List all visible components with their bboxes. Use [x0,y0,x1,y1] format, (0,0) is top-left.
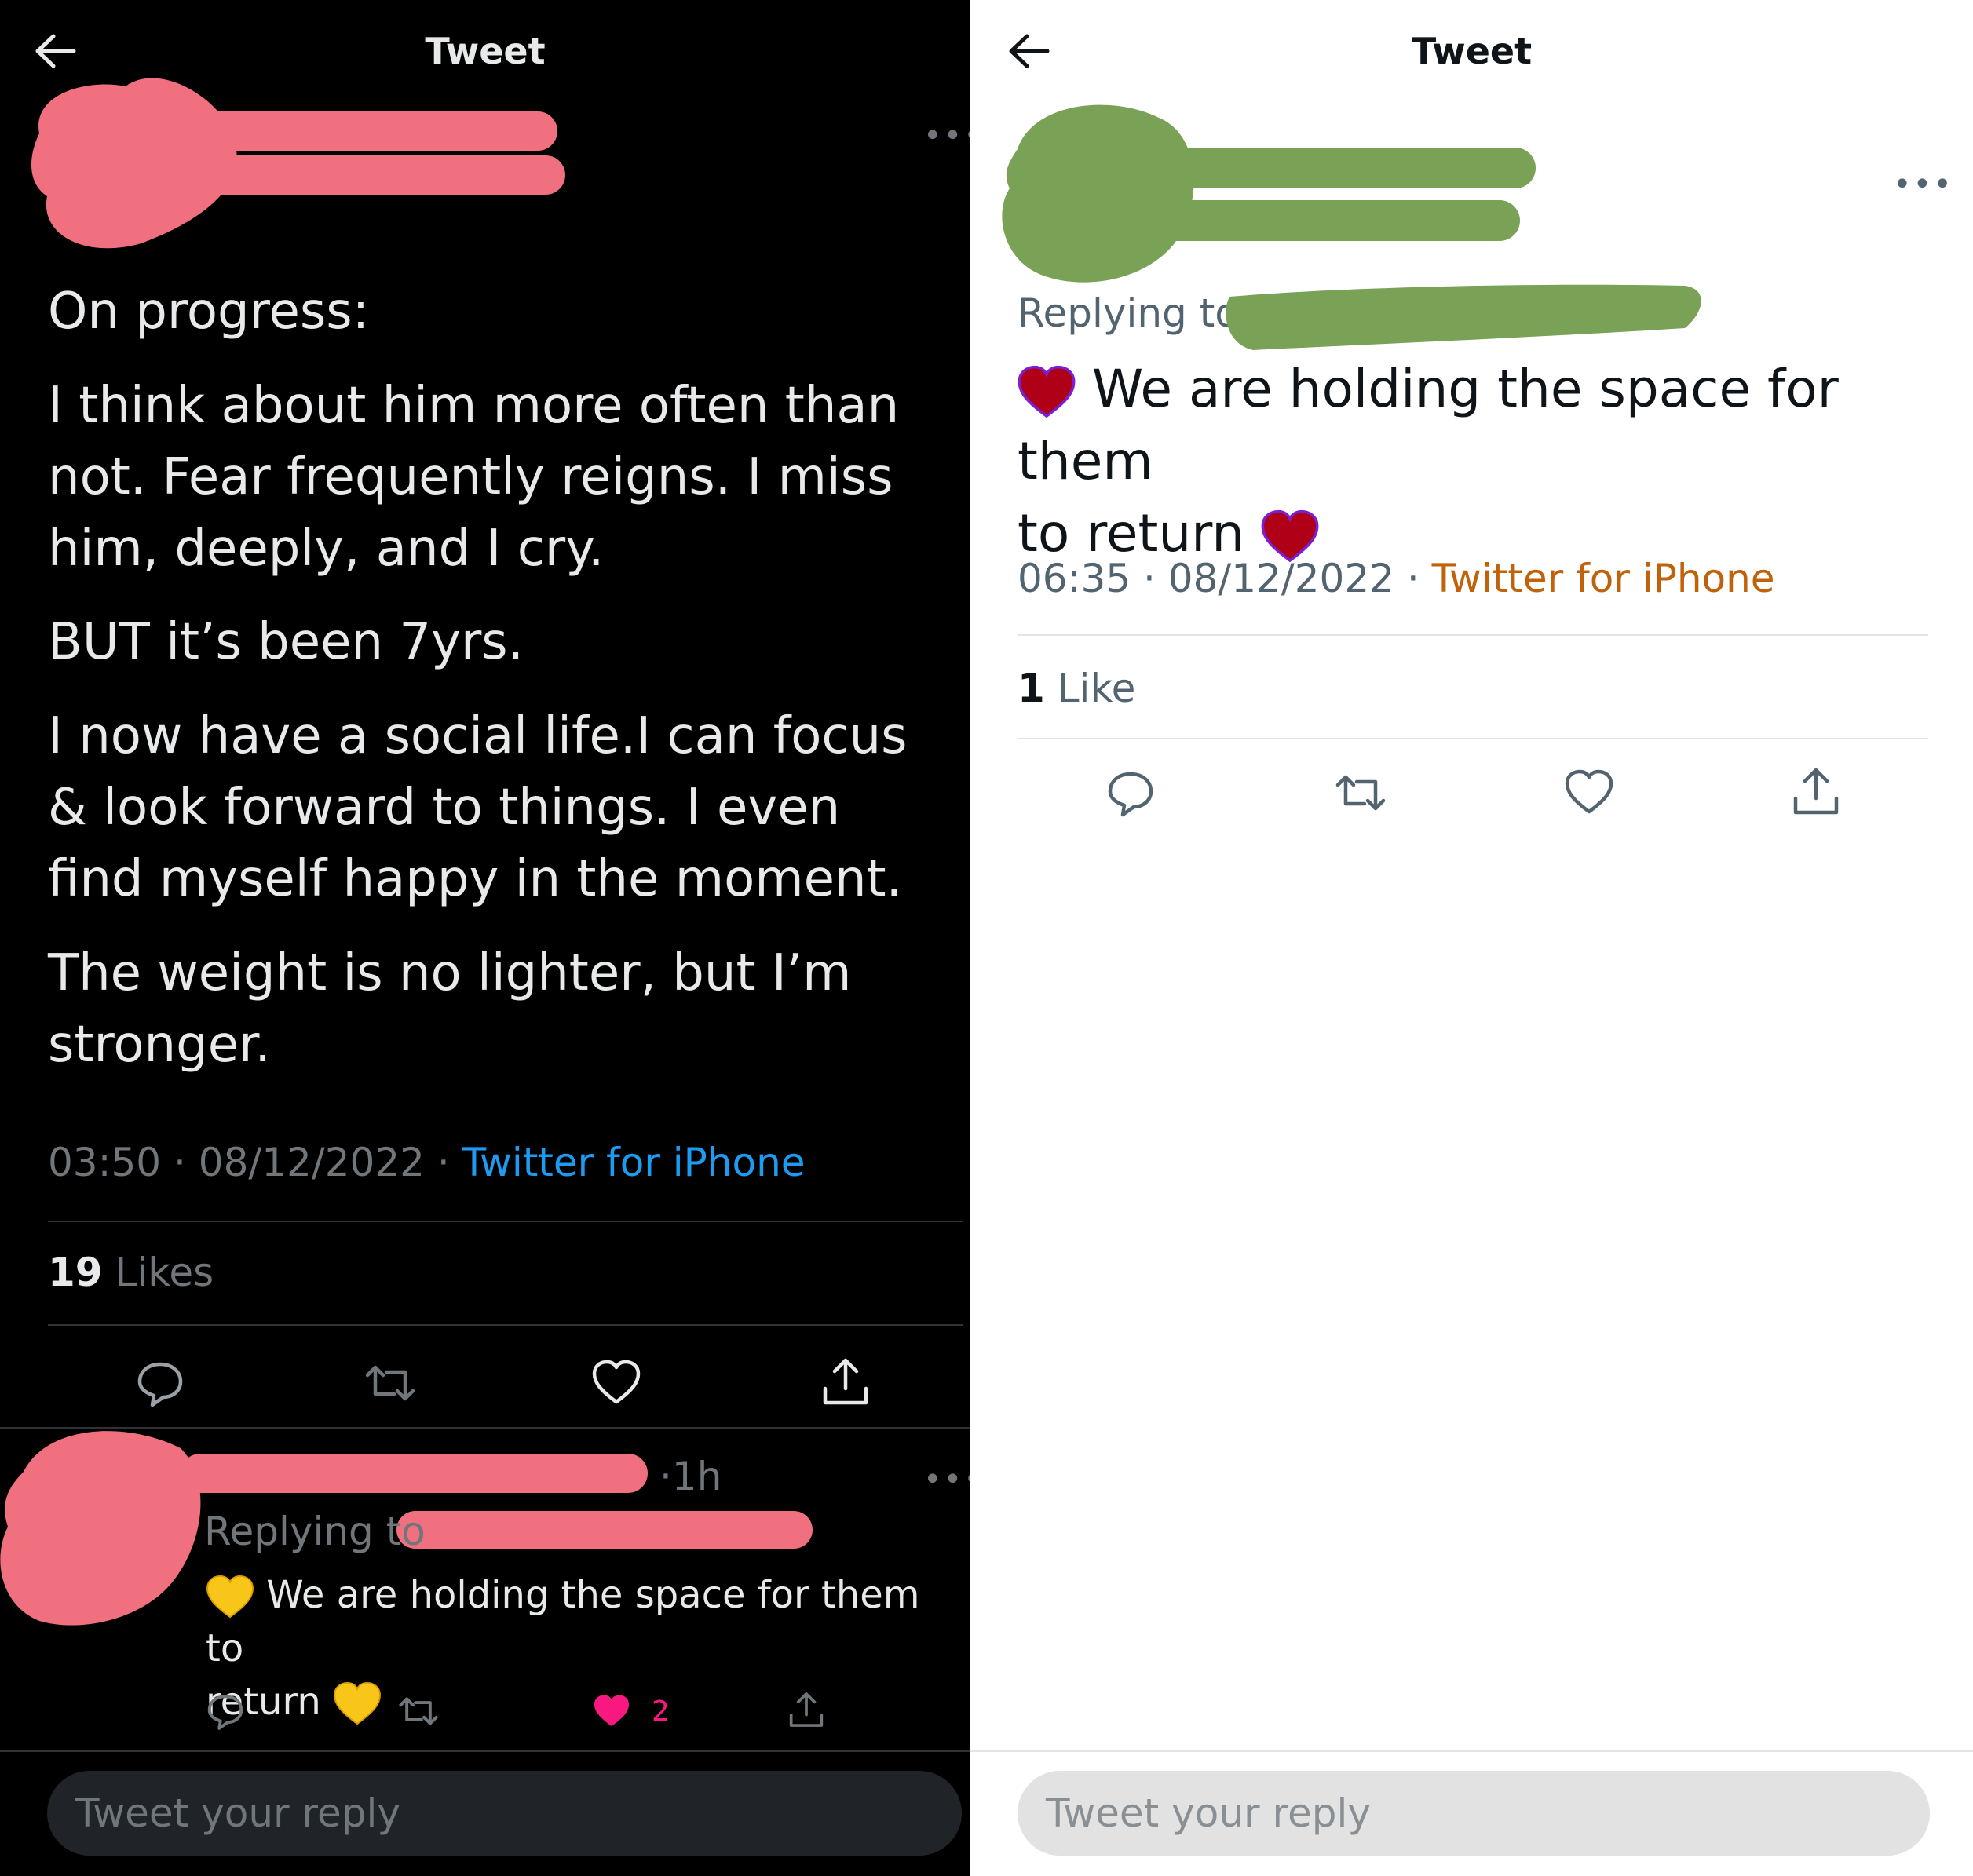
reply-age: ·1h [659,1454,722,1499]
reply-icon[interactable] [1105,768,1156,818]
yellow-heart-icon [333,1681,382,1727]
likes-count: 1 [1018,666,1045,711]
tweet-text-line1: We are holding the space for them [1018,359,1839,491]
yellow-heart-icon [206,1575,254,1620]
reply-text-start: We are holding the space for them to [206,1573,920,1670]
share-icon[interactable] [1791,764,1841,819]
likes-summary[interactable]: 19 Likes [48,1250,214,1295]
redacted-mention [1226,284,1701,350]
tweet-meta: 06:35 · 08/12/2022 · Twitter for iPhone [1018,556,1775,601]
tweet-reply-input[interactable]: Tweet your reply [1018,1771,1930,1856]
more-options-icon[interactable]: ••• [923,118,970,154]
reply-more-options-icon[interactable]: ••• [923,1462,970,1498]
more-options-icon[interactable]: ••• [1893,166,1953,203]
reply-like-count: 2 [652,1695,670,1728]
light-tweet-screenshot: Tweet ••• Replying to We are holding the… [970,0,1973,1876]
tweet-time: 03:50 [48,1140,162,1185]
tweet-paragraph-2: I think about him more often than not. F… [48,377,900,578]
tweet-paragraph-4: I now have a social life.I can focus & l… [48,707,908,908]
red-heart-icon [1018,365,1076,420]
replying-to: Replying to [1018,290,1239,336]
divider [48,1221,963,1222]
tweet-date: 08/12/2022 [1167,556,1394,601]
tweet-paragraph-3: BUT it’s been 7yrs. [48,613,524,671]
tweet-source-link[interactable]: Twitter for iPhone [1432,556,1775,601]
like-icon[interactable] [1564,769,1614,816]
likes-label: Likes [115,1250,214,1295]
reply-share-icon[interactable] [787,1689,825,1730]
tweet-paragraph-5: The weight is no lighter, but I’m strong… [48,944,852,1074]
redacted-author [1002,104,1536,283]
tweet-time: 06:35 [1018,556,1131,601]
reply-text: We are holding the space for them to ret… [206,1568,959,1728]
header-title: Tweet [1411,30,1533,72]
reply-icon[interactable] [135,1358,185,1408]
retweet-icon[interactable] [363,1358,418,1408]
reply-liked-heart-icon[interactable] [593,1694,630,1728]
divider [970,1750,1973,1752]
reply-replying-to: Replying to [204,1509,426,1554]
divider [0,1750,970,1752]
divider [1018,738,1928,739]
tweet-text: We are holding the space for them to ret… [1018,353,1952,570]
redacted-author [31,78,565,249]
likes-count: 19 [48,1250,103,1295]
tweet-reply-input[interactable]: Tweet your reply [47,1771,962,1856]
tweet-meta: 03:50 · 08/12/2022 · Twitter for iPhone [48,1140,806,1185]
divider [1018,634,1928,636]
reply-retweet-icon[interactable] [396,1692,440,1731]
tweet-source-link[interactable]: Twitter for iPhone [462,1140,806,1185]
likes-label: Like [1057,666,1136,711]
reply-reply-icon[interactable] [206,1692,245,1731]
retweet-icon[interactable] [1333,768,1388,818]
tweet-date: 08/12/2022 [198,1140,425,1185]
tweet-paragraph-1: On progress: [48,283,370,341]
dark-tweet-screenshot: Tweet ••• On progress: I think about him… [0,0,970,1876]
divider [48,1324,963,1326]
tweet-text-line2: to return [1018,503,1245,564]
likes-summary[interactable]: 1 Like [1018,666,1135,711]
like-icon[interactable] [591,1360,641,1407]
share-icon[interactable] [820,1354,871,1409]
